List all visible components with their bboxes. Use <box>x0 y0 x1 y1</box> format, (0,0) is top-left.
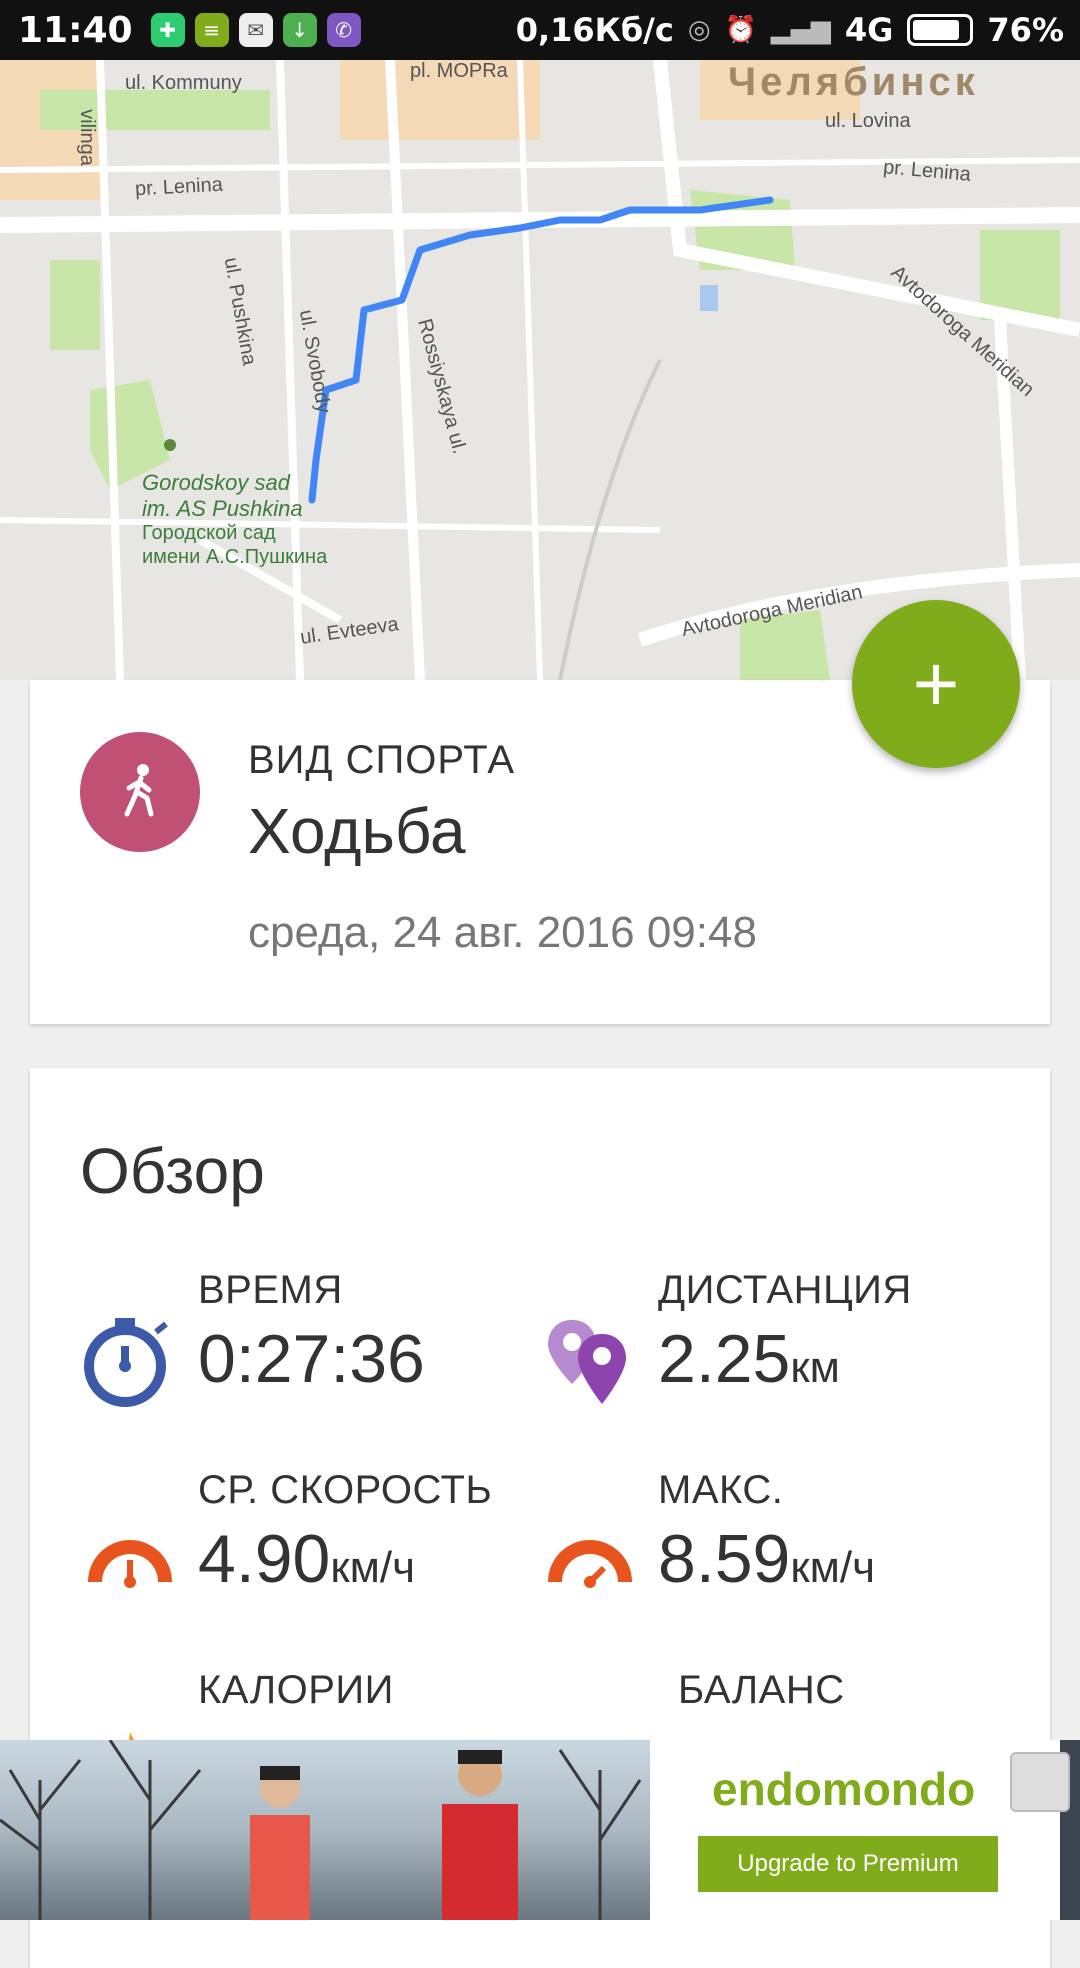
ad-banner[interactable]: endomondo Upgrade to Premium <box>0 1740 1080 1920</box>
stat-label: МАКС. <box>658 1468 784 1512</box>
stopwatch-icon <box>84 1318 168 1407</box>
sport-type-label: ВИД СПОРТА <box>248 738 516 782</box>
stat-value: 4.90км/ч <box>198 1521 416 1597</box>
battery-level: 76% <box>987 11 1064 49</box>
ad-runner <box>250 1766 310 1920</box>
park-tree-icon <box>164 439 176 451</box>
map-label-street: pr. Lenina <box>134 173 224 201</box>
stat-value: 0:27:36 <box>198 1321 425 1397</box>
hotspot-icon: ◎ <box>687 15 711 45</box>
water-area <box>700 285 718 311</box>
stat-label: СР. СКОРОСТЬ <box>198 1468 493 1512</box>
map-canvas <box>0 60 1080 680</box>
map-label-park: Gorodskoy sad <box>142 470 290 495</box>
map-label-street: ul. Lovina <box>825 110 911 132</box>
roads <box>0 60 1080 680</box>
speedometer-icon <box>548 1540 632 1588</box>
overview-title: Обзор <box>80 1135 265 1207</box>
ad-panel: endomondo Upgrade to Premium <box>650 1740 1060 1920</box>
stat-distance: ДИСТАНЦИЯ 2.25км <box>540 1268 1000 1458</box>
endomondo-logo: endomondo <box>712 1763 976 1815</box>
walking-person-icon <box>80 732 200 852</box>
mail-icon: ✉ <box>238 13 273 47</box>
stat-value: 2.25км <box>658 1321 840 1397</box>
workout-date[interactable]: среда, 24 авг. 2016 09:48 <box>248 908 757 958</box>
ad-photo <box>0 1740 650 1920</box>
speedometer-icon <box>88 1540 172 1588</box>
stat-avg-speed: СР. СКОРОСТЬ 4.90км/ч <box>80 1468 540 1658</box>
stat-max-speed: МАКС. 8.59км/ч <box>540 1468 1000 1658</box>
map-label-city: Челябинск <box>728 60 979 104</box>
map-label-street: vilinga <box>75 109 98 166</box>
ad-app-icon[interactable] <box>1010 1752 1070 1812</box>
sport-type-value[interactable]: Ходьба <box>248 794 466 868</box>
net-speed: 0,16Кб/с <box>515 11 674 49</box>
stat-label: БАЛАНС <box>678 1668 845 1712</box>
status-time: 11:40 <box>18 9 133 51</box>
status-right: 0,16Кб/с ◎ ⏰ ▂▄▆ 4G 76% <box>516 11 1064 49</box>
location-pins-icon <box>548 1320 626 1404</box>
stat-label: ВРЕМЯ <box>198 1268 343 1312</box>
alarm-icon: ⏰ <box>724 15 757 45</box>
stat-label: ДИСТАНЦИЯ <box>658 1268 912 1312</box>
ad-runner <box>442 1750 518 1920</box>
download-icon: ↓ <box>282 13 317 47</box>
map-label-street: pl. MOPRa <box>410 60 508 82</box>
map-label-park: имени А.С.Пушкина <box>142 546 328 568</box>
notification-icons: ✚ ≡ ✉ ↓ ✆ <box>150 13 361 47</box>
add-button[interactable]: + <box>852 600 1020 768</box>
network-type: 4G <box>844 11 894 49</box>
viber-icon: ✆ <box>326 13 361 47</box>
stat-label: КАЛОРИИ <box>198 1668 394 1712</box>
map-label-street: ul. Kommuny <box>125 72 242 94</box>
status-bar: 11:40 ✚ ≡ ✉ ↓ ✆ 0,16Кб/с ◎ ⏰ ▂▄▆ 4G 76% <box>0 0 1080 60</box>
stat-value: 8.59км/ч <box>658 1521 876 1597</box>
signal-icon: ▂▄▆ <box>770 15 831 45</box>
route-map[interactable]: Челябинск ul. Kommuny pl. MOPRa ul. Lovi… <box>0 60 1080 680</box>
endomondo-app-icon: ≡ <box>194 13 229 47</box>
map-label-park: Городской сад <box>142 522 276 544</box>
map-label-park: im. AS Pushkina <box>142 496 303 521</box>
stat-time: ВРЕМЯ 0:27:36 <box>80 1268 540 1458</box>
battery-icon <box>907 14 974 46</box>
shield-app-icon: ✚ <box>150 13 185 47</box>
park-area <box>50 260 100 350</box>
upgrade-premium-button[interactable]: Upgrade to Premium <box>698 1836 998 1892</box>
